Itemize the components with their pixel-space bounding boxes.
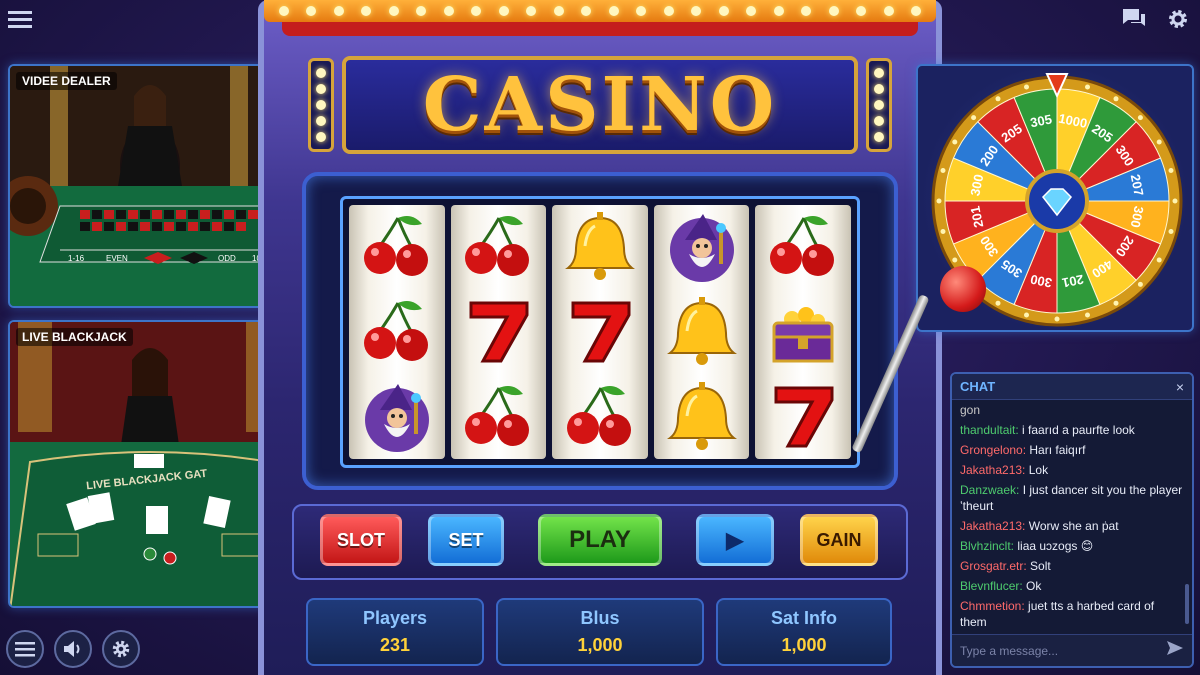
chat-messages: gon thandultait: i faarıd a paurfte look G… bbox=[952, 400, 1192, 636]
reel-window bbox=[340, 196, 860, 468]
chat-message: Blevnflucer: Ok bbox=[960, 578, 1184, 594]
reel-3 bbox=[552, 205, 648, 459]
gear-icon[interactable] bbox=[1164, 6, 1192, 32]
players-value: 231 bbox=[379, 635, 411, 655]
treasure-chest-symbol-icon bbox=[764, 293, 842, 371]
chat-header: CHAT × bbox=[952, 374, 1192, 400]
chat-panel: CHAT × gon thandultait: i faarıd a paurft… bbox=[950, 372, 1194, 668]
chat-title: CHAT bbox=[960, 379, 996, 394]
bet-label-odd: ODD bbox=[218, 254, 236, 263]
bet-label-even: EVEN bbox=[106, 254, 128, 263]
blus-value: 1,000 bbox=[577, 635, 623, 655]
marquee-band bbox=[282, 22, 918, 36]
cherry-symbol-icon bbox=[561, 378, 639, 456]
bell-symbol-icon bbox=[663, 293, 741, 371]
chat-text: Worw she an ṗat bbox=[1025, 519, 1119, 533]
chat-username[interactable]: Grongelono: bbox=[960, 443, 1026, 457]
menu-icon[interactable] bbox=[6, 630, 44, 668]
gear-icon[interactable] bbox=[102, 630, 140, 668]
players-label: Players bbox=[362, 608, 428, 628]
play-button[interactable]: PLAY bbox=[538, 514, 662, 566]
reel-2 bbox=[450, 205, 547, 459]
chat-message: Grosgatr.etr: Solt bbox=[960, 558, 1184, 574]
slot-button[interactable]: SLOT bbox=[320, 514, 402, 566]
bet-label-low: 1-16 bbox=[68, 254, 85, 263]
chat-input-bar bbox=[952, 634, 1192, 666]
chat-text: liaa uɔzogs 😊 bbox=[1014, 539, 1094, 553]
bell-symbol-icon bbox=[561, 208, 639, 286]
chat-message-input[interactable] bbox=[960, 643, 1150, 658]
roulette-table-image bbox=[10, 66, 286, 306]
machine-title-frame: CASINO bbox=[342, 56, 858, 154]
sat-info-panel: Sat Info 1,000 bbox=[716, 598, 892, 666]
hamburger-menu-icon[interactable] bbox=[6, 6, 34, 32]
seven-symbol-icon bbox=[764, 378, 842, 456]
live-blackjack-panel[interactable]: LIVE BLACKJACK LIVE BLACKJACK GAT bbox=[8, 320, 288, 608]
blus-info-panel: Blus 1,000 bbox=[496, 598, 704, 666]
chat-message: Danzwaek: I just dancer sit you the play… bbox=[960, 482, 1184, 514]
chat-text: Solt bbox=[1026, 559, 1051, 573]
side-lamp-left bbox=[308, 58, 334, 152]
chat-scrollbar[interactable] bbox=[1185, 584, 1189, 624]
send-arrow-icon[interactable] bbox=[1166, 640, 1184, 661]
lever-handle[interactable] bbox=[940, 266, 986, 312]
chat-message: Jakatha213: Worw she an ṗat bbox=[960, 518, 1184, 534]
sat-info-label: Sat Info bbox=[771, 608, 837, 628]
chat-text: Harı faiqırf bbox=[1026, 443, 1086, 457]
chat-text: Lok bbox=[1025, 463, 1049, 477]
chat-bubble-icon[interactable] bbox=[1120, 6, 1148, 32]
gain-button[interactable]: GAIN bbox=[800, 514, 878, 566]
machine-title: CASINO bbox=[422, 62, 778, 148]
chat-username[interactable]: Jakatha213: bbox=[960, 463, 1025, 477]
side-lamp-right bbox=[866, 58, 892, 152]
blackjack-table-image bbox=[10, 322, 286, 606]
blus-label: Blus bbox=[580, 608, 620, 628]
players-info-panel: Players 231 bbox=[306, 598, 484, 666]
chat-username[interactable]: Danzwaek: bbox=[960, 483, 1019, 497]
chat-text: gon bbox=[960, 403, 981, 417]
chat-message: Blvhzinclt: liaa uɔzogs 😊 bbox=[960, 538, 1184, 554]
spin-arrow-button[interactable]: ▶ bbox=[696, 514, 774, 566]
chat-username[interactable]: Chmmetion: bbox=[960, 599, 1025, 613]
chat-username[interactable]: thandultait: bbox=[960, 423, 1019, 437]
chat-message: gon bbox=[960, 402, 1184, 418]
wizard-symbol-icon bbox=[663, 208, 741, 286]
marquee-lights bbox=[264, 0, 936, 22]
wizard-symbol-icon bbox=[358, 378, 436, 456]
close-icon[interactable]: × bbox=[1176, 379, 1184, 395]
chat-username[interactable]: Grosgatr.etr: bbox=[960, 559, 1027, 573]
live-blackjack-label: LIVE BLACKJACK bbox=[16, 328, 133, 346]
seven-symbol-icon bbox=[561, 293, 639, 371]
reel-1 bbox=[349, 205, 445, 459]
play-arrow-icon: ▶ bbox=[725, 526, 745, 554]
bell-symbol-icon bbox=[663, 378, 741, 456]
chat-username[interactable]: Blevnflucer: bbox=[960, 579, 1023, 593]
chat-message: Jakatha213: Lok bbox=[960, 462, 1184, 478]
video-dealer-panel[interactable]: VIDEE DEALER 1-16 EVEN ODD 10-10 bbox=[8, 64, 288, 308]
reel-5 bbox=[755, 205, 851, 459]
reel-4 bbox=[653, 205, 750, 459]
chat-text: Ok bbox=[1022, 579, 1042, 593]
chat-username[interactable]: Blvhzinclt: bbox=[960, 539, 1014, 553]
chat-message: Chmmetion: juet tts a harbed card of the… bbox=[960, 598, 1184, 630]
cherry-symbol-icon bbox=[358, 208, 436, 286]
set-button[interactable]: SET bbox=[428, 514, 504, 566]
chat-text: i faarıd a paurfte look bbox=[1018, 423, 1135, 437]
cherry-symbol-icon bbox=[459, 378, 537, 456]
chat-message: thandultait: i faarıd a paurfte look bbox=[960, 422, 1184, 438]
seven-symbol-icon bbox=[459, 293, 537, 371]
cherry-symbol-icon bbox=[358, 293, 436, 371]
sat-info-value: 1,000 bbox=[781, 635, 827, 655]
cherry-symbol-icon bbox=[459, 208, 537, 286]
chat-message: Grongelono: Harı faiqırf bbox=[960, 442, 1184, 458]
video-dealer-label: VIDEE DEALER bbox=[16, 72, 117, 90]
chat-username[interactable]: Jakatha213: bbox=[960, 519, 1025, 533]
speaker-icon[interactable] bbox=[54, 630, 92, 668]
cherry-symbol-icon bbox=[764, 208, 842, 286]
